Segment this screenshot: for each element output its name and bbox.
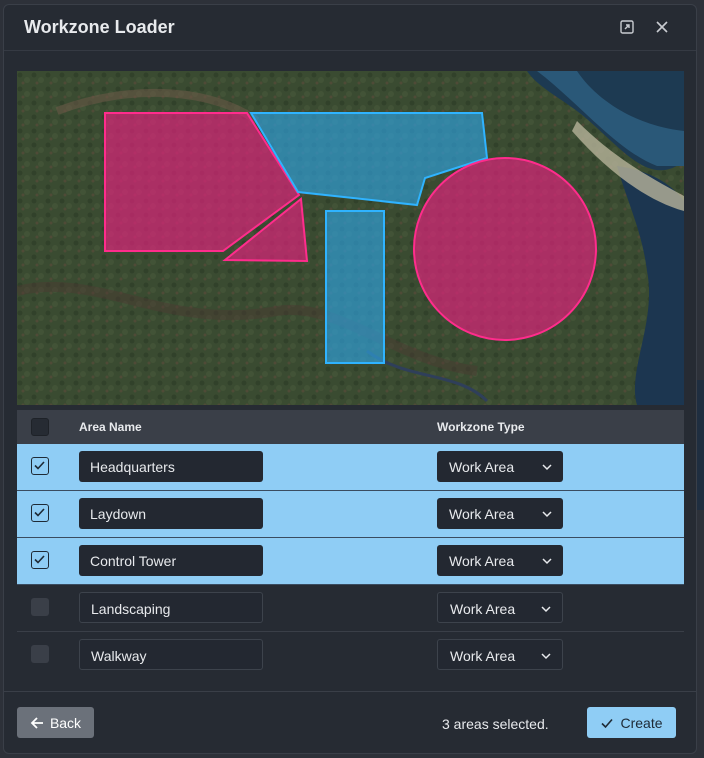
chevron-down-icon bbox=[541, 606, 551, 613]
workzone-type-select[interactable]: Work Area bbox=[437, 451, 563, 482]
chevron-down-icon bbox=[542, 464, 552, 471]
table-row: Headquarters Work Area bbox=[17, 444, 684, 491]
zone-control-tower bbox=[413, 157, 597, 341]
chevron-down-icon bbox=[542, 511, 552, 518]
expand-icon[interactable] bbox=[617, 17, 637, 37]
table-row: Landscaping Work Area bbox=[17, 585, 684, 632]
selection-status: 3 areas selected. bbox=[442, 716, 549, 732]
workzone-type-value: Work Area bbox=[449, 553, 515, 569]
workzone-type-value: Work Area bbox=[450, 648, 516, 664]
workzone-type-select[interactable]: Work Area bbox=[437, 545, 563, 576]
back-label: Back bbox=[49, 714, 82, 731]
check-icon bbox=[34, 461, 45, 470]
area-name-input[interactable]: Walkway bbox=[79, 639, 263, 670]
chevron-down-icon bbox=[542, 558, 552, 565]
row-checkbox[interactable] bbox=[31, 598, 49, 616]
row-checkbox[interactable] bbox=[31, 457, 49, 475]
area-name-input[interactable]: Headquarters bbox=[79, 451, 263, 482]
area-name-input[interactable]: Control Tower bbox=[79, 545, 263, 576]
row-checkbox[interactable] bbox=[31, 645, 49, 663]
chevron-down-icon bbox=[541, 653, 551, 660]
close-icon[interactable] bbox=[652, 17, 672, 37]
create-button[interactable]: Create bbox=[587, 707, 676, 738]
table-row: Laydown Work Area bbox=[17, 491, 684, 538]
dialog-header: Workzone Loader bbox=[4, 5, 696, 51]
check-icon bbox=[34, 508, 45, 517]
arrow-left-icon bbox=[30, 716, 43, 729]
table-header: Area Name Workzone Type bbox=[17, 410, 684, 444]
select-all-checkbox[interactable] bbox=[31, 418, 49, 436]
column-area-name: Area Name bbox=[79, 420, 142, 434]
check-icon bbox=[34, 555, 45, 564]
workzone-type-value: Work Area bbox=[450, 601, 516, 617]
check-icon bbox=[601, 718, 614, 728]
table-row: Control Tower Work Area bbox=[17, 538, 684, 585]
dialog-footer: Back 3 areas selected. Create bbox=[4, 691, 696, 753]
workzone-type-select[interactable]: Work Area bbox=[437, 592, 563, 623]
workzone-loader-dialog: Workzone Loader Area Name Workzone Type … bbox=[3, 4, 697, 754]
satellite-map[interactable] bbox=[17, 71, 684, 405]
workzone-type-value: Work Area bbox=[449, 459, 515, 475]
area-name-input[interactable]: Laydown bbox=[79, 498, 263, 529]
back-button[interactable]: Back bbox=[17, 707, 94, 738]
table-row: Walkway Work Area bbox=[17, 632, 684, 678]
column-workzone-type: Workzone Type bbox=[437, 420, 525, 434]
area-name-input[interactable]: Landscaping bbox=[79, 592, 263, 623]
workzone-type-select[interactable]: Work Area bbox=[437, 498, 563, 529]
workzone-type-select[interactable]: Work Area bbox=[437, 639, 563, 670]
dialog-title: Workzone Loader bbox=[24, 17, 175, 37]
row-checkbox[interactable] bbox=[31, 504, 49, 522]
zone-walkway bbox=[325, 210, 385, 364]
create-label: Create bbox=[620, 714, 663, 731]
areas-table: Area Name Workzone Type Headquarters Wor… bbox=[17, 410, 684, 678]
workzone-type-value: Work Area bbox=[449, 506, 515, 522]
row-checkbox[interactable] bbox=[31, 551, 49, 569]
